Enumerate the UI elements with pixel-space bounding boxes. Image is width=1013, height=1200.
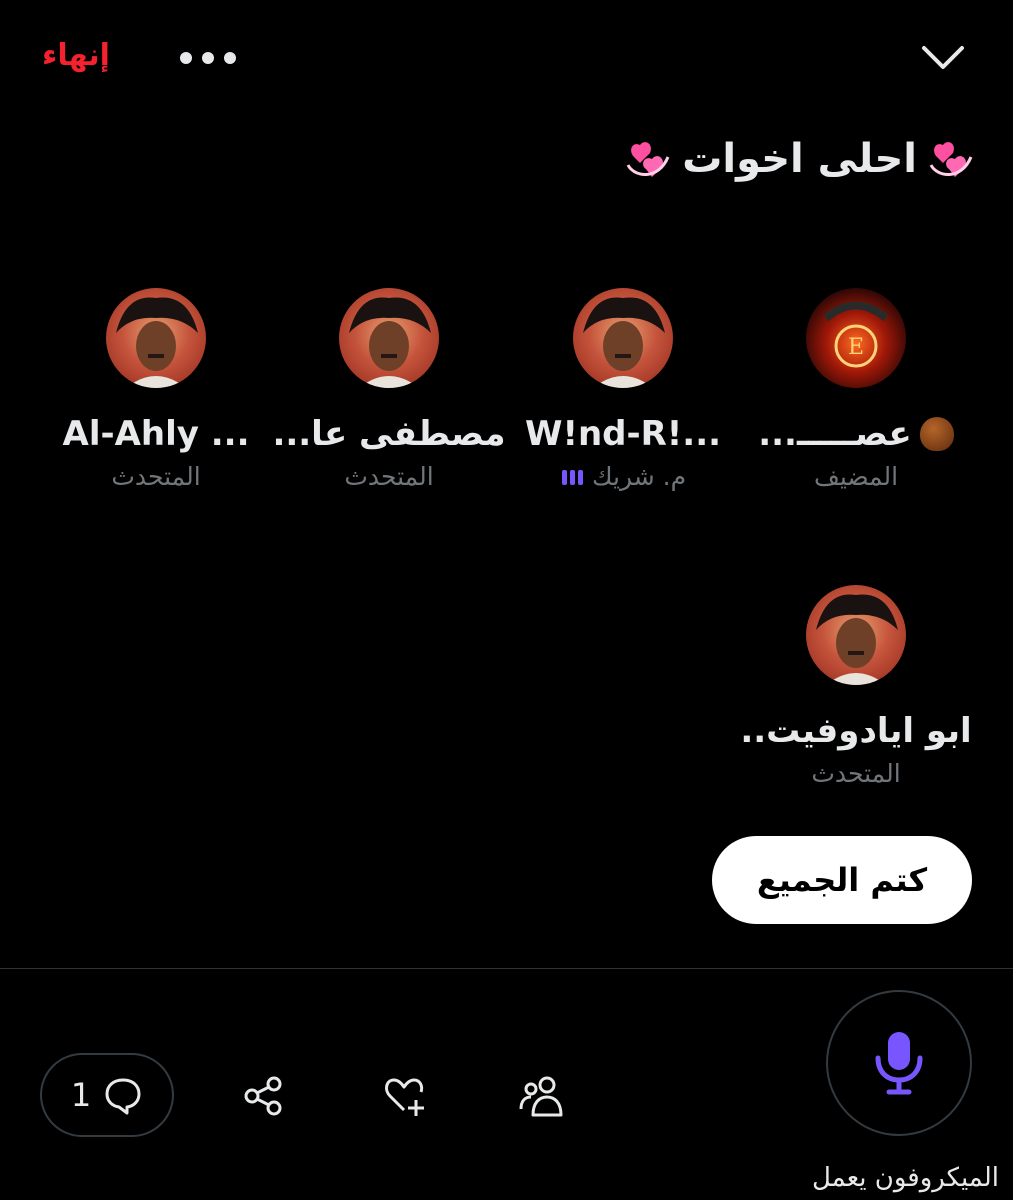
more-horizontal-icon: [180, 52, 192, 64]
add-reaction-button[interactable]: [374, 1066, 434, 1126]
speaker-cohost[interactable]: W!nd-R!... م. شريك: [505, 288, 741, 491]
man-photo-icon: [583, 297, 665, 388]
comments-button[interactable]: 1: [40, 1053, 174, 1137]
more-options-button[interactable]: [180, 44, 242, 72]
man-photo-icon: [116, 297, 198, 388]
speaker-role: المتحدث: [811, 759, 901, 788]
speaker-name: مصطفى عا...: [272, 414, 506, 454]
speaker-host[interactable]: E عصـــــ... المضيف: [738, 288, 974, 491]
svg-text:E: E: [848, 335, 864, 360]
comments-count: 1: [70, 1076, 92, 1114]
man-photo-icon: [816, 594, 898, 685]
divider: [0, 968, 1013, 969]
mute-all-button[interactable]: كتم الجميع: [712, 836, 972, 924]
avatar: [106, 288, 206, 388]
revolving-hearts-icon: [626, 142, 670, 177]
revolving-hearts-icon: [929, 142, 973, 177]
speaker[interactable]: Al-Ahly ... المتحدث: [38, 288, 274, 491]
microphone-icon: [875, 1032, 923, 1095]
speaker-name: Al-Ahly ...: [62, 414, 250, 454]
speaker-role: المتحدث: [344, 462, 434, 491]
avatar: [806, 585, 906, 685]
speaker[interactable]: ابو ايادوفيت.. المتحدث: [738, 585, 974, 788]
comment-bubble-icon: [105, 1078, 141, 1115]
avatar: E: [806, 288, 906, 388]
speaker-role: المتحدث: [111, 462, 201, 491]
avatar: [573, 288, 673, 388]
share-button[interactable]: [234, 1066, 294, 1126]
speaker-role: المضيف: [813, 462, 899, 491]
space-title: احلى اخوات: [624, 135, 975, 183]
collapse-button[interactable]: [918, 38, 968, 78]
speaker[interactable]: مصطفى عا... المتحدث: [271, 288, 507, 491]
speaker-role: م. شريك: [591, 462, 687, 491]
participants-button[interactable]: [512, 1066, 572, 1126]
mic-status-label: الميكروفون يعمل: [811, 1163, 999, 1193]
speaker-name: عصـــــ...: [758, 414, 912, 454]
dragon-emblem-icon: E: [823, 301, 889, 368]
people-icon: [519, 1076, 563, 1117]
speaker-name: W!nd-R!...: [524, 414, 722, 454]
end-space-button[interactable]: إنهاء: [42, 38, 110, 73]
speaker-name: ابو ايادوفيت..: [740, 711, 972, 751]
chestnut-icon: [919, 417, 954, 451]
chevron-down-icon: [922, 46, 964, 69]
avatar: [339, 288, 439, 388]
space-title-text: احلى اخوات: [682, 136, 917, 182]
heart-plus-icon: [385, 1078, 424, 1116]
man-photo-icon: [349, 297, 431, 388]
share-icon: [244, 1076, 282, 1116]
microphone-button[interactable]: [826, 990, 972, 1136]
speaking-bars-icon: [561, 469, 583, 485]
